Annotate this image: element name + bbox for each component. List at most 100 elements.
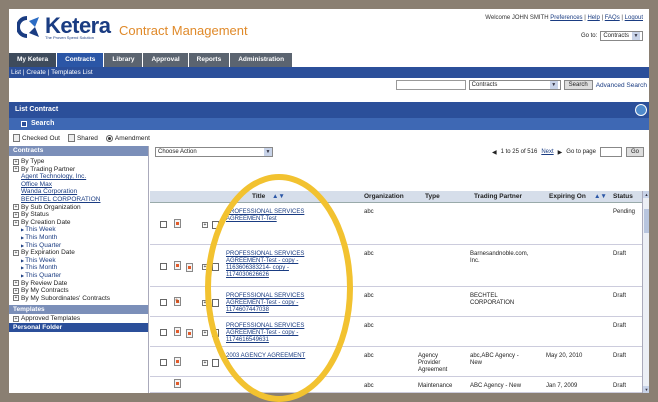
scroll-down-icon[interactable]: ▼ — [643, 386, 649, 393]
contract-title-line[interactable]: PROFESSIONAL SERVICES — [226, 251, 304, 258]
col-expiring-on[interactable]: Expiring On — [549, 193, 586, 200]
table-row[interactable]: + PROFESSIONAL SERVICES AGREEMENT-Test - c… — [150, 247, 642, 287]
sort-icon[interactable]: ▲▼ — [594, 193, 607, 200]
go-button[interactable]: Go — [625, 147, 644, 157]
contract-title-line[interactable]: AGREEMENT-Test - copy - — [226, 330, 304, 337]
expand-icon[interactable]: + — [202, 330, 208, 336]
row-checkbox[interactable] — [160, 263, 167, 270]
file-icon[interactable] — [212, 263, 219, 271]
sidebar-date-link[interactable]: This Quarter — [13, 272, 148, 280]
contract-title-line[interactable]: PROFESSIONAL SERVICES — [226, 293, 304, 300]
tab-approval[interactable]: Approval — [143, 53, 188, 67]
search-button[interactable]: Search — [563, 80, 593, 90]
expand-icon[interactable]: + — [13, 249, 19, 256]
file-icon[interactable] — [212, 299, 219, 307]
file-icon[interactable] — [212, 221, 219, 229]
search-input[interactable] — [395, 80, 466, 90]
expand-icon[interactable]: + — [13, 204, 19, 211]
col-trading-partner[interactable]: Trading Partner — [474, 193, 522, 200]
document-icon[interactable] — [174, 219, 181, 228]
contract-title-line[interactable]: AGREEMENT-Test - copy - — [226, 258, 304, 265]
sidebar-tree-node[interactable]: + By Sub Organization — [13, 204, 148, 212]
contract-title-line[interactable]: AGREEMENT-Test — [226, 216, 304, 223]
tab-my-ketera[interactable]: My Ketera — [9, 53, 57, 67]
sidebar-tree-node[interactable]: + By Type — [13, 158, 148, 166]
sidebar-tree-node[interactable]: + By Creation Date — [13, 219, 148, 227]
contract-title[interactable]: PROFESSIONAL SERVICES AGREEMENT-Test - co… — [226, 251, 304, 279]
sidebar-head-personal-folder[interactable]: Personal Folder — [9, 322, 148, 332]
contract-title[interactable]: PROFESSIONAL SERVICES AGREEMENT-Test - co… — [226, 293, 304, 314]
contract-title-line[interactable]: 1174607447038 — [226, 307, 304, 314]
advanced-search-link[interactable]: Advanced Search — [596, 82, 647, 89]
choose-action-select[interactable]: Choose Action ▼ — [155, 147, 273, 157]
col-title[interactable]: Title — [252, 193, 265, 200]
document-icon[interactable] — [174, 327, 181, 336]
contract-title-line[interactable]: 1163606383214- copy - — [226, 265, 304, 272]
expand-icon[interactable]: + — [13, 158, 19, 165]
sidebar-partner-link[interactable]: BECHTEL CORPORATION — [13, 196, 148, 204]
next-page-link[interactable]: Next — [541, 149, 553, 155]
row-checkbox[interactable] — [160, 299, 167, 306]
sort-icon[interactable]: ▲▼ — [272, 193, 285, 200]
contract-title[interactable]: PROFESSIONAL SERVICES AGREEMENT-Test - co… — [226, 323, 304, 344]
filter-shared[interactable]: Shared — [67, 134, 98, 142]
sidebar-tree-node[interactable]: + By Review Date — [13, 280, 148, 288]
preferences-link[interactable]: Preferences — [550, 15, 582, 21]
expand-icon[interactable]: + — [13, 287, 19, 294]
file-icon[interactable] — [212, 329, 219, 337]
sidebar-tree-node[interactable]: + By Status — [13, 211, 148, 219]
expand-icon[interactable]: + — [202, 222, 208, 228]
expand-icon[interactable]: + — [202, 360, 208, 366]
sidebar-date-link[interactable]: This Month — [13, 264, 148, 272]
file-icon[interactable] — [212, 359, 219, 367]
sub-navigation[interactable]: List | Create | Templates List — [9, 67, 649, 78]
table-scrollbar[interactable]: ▲ ▼ — [642, 191, 649, 393]
table-row[interactable]: + PROFESSIONAL SERVICES AGREEMENT-Test - c… — [150, 319, 642, 347]
filter-amendment[interactable]: Amendment — [105, 134, 150, 142]
document-icon[interactable] — [174, 379, 181, 388]
ketera-logo[interactable]: Ketera The Proven Spend Solution — [16, 15, 111, 40]
document-icon[interactable] — [174, 357, 181, 366]
expand-icon[interactable]: + — [202, 300, 208, 306]
document-icon[interactable] — [174, 261, 181, 270]
table-row[interactable]: abc Maintenance ABC Agency - New Jan 7, 200… — [150, 379, 642, 393]
amendment-radio[interactable] — [105, 134, 113, 142]
sidebar-date-link[interactable]: This Week — [13, 257, 148, 265]
col-status[interactable]: Status — [613, 193, 633, 200]
table-row[interactable]: +2003 AGENCY AGREEMENT abc Agency Provider A… — [150, 349, 642, 377]
edit-icon[interactable]: ✎ — [175, 299, 180, 306]
sidebar-partner-link[interactable]: Office Max — [13, 181, 148, 189]
row-checkbox[interactable] — [160, 329, 167, 336]
tab-contracts[interactable]: Contracts — [57, 53, 104, 67]
contract-title-line[interactable]: PROFESSIONAL SERVICES — [226, 209, 304, 216]
col-type[interactable]: Type — [425, 193, 440, 200]
page-number-input[interactable] — [599, 147, 622, 157]
sidebar-date-link[interactable]: This Week — [13, 226, 148, 234]
sidebar-tree-node[interactable]: + By Trading Partner — [13, 166, 148, 174]
row-checkbox[interactable] — [160, 221, 167, 228]
sidebar-date-link[interactable]: This Month — [13, 234, 148, 242]
contract-title[interactable]: PROFESSIONAL SERVICES AGREEMENT-Test — [226, 209, 304, 223]
sidebar-tree-node[interactable]: + By Expiration Date — [13, 249, 148, 257]
expand-icon[interactable]: + — [13, 211, 19, 218]
filter-checked-out[interactable]: Checked Out — [13, 134, 60, 142]
tab-reports[interactable]: Reports — [188, 53, 230, 67]
table-row[interactable]: + PROFESSIONAL SERVICES AGREEMENT-Test abc P… — [150, 205, 642, 245]
tab-library[interactable]: Library — [104, 53, 143, 67]
contract-title[interactable]: 2003 AGENCY AGREEMENT — [226, 353, 305, 360]
expand-icon[interactable]: + — [202, 264, 208, 270]
sidebar-partner-link[interactable]: Agent Technology, Inc. — [13, 173, 148, 181]
contract-title-line[interactable]: AGREEMENT-Test - copy - — [226, 300, 304, 307]
next-page-icon[interactable]: ▶ — [558, 149, 563, 156]
sidebar-tree-node[interactable]: + By My Contracts — [13, 287, 148, 295]
expand-icon[interactable]: + — [13, 219, 19, 226]
scroll-thumb[interactable] — [644, 209, 649, 233]
expand-icon[interactable]: + — [13, 280, 19, 287]
row-checkbox[interactable] — [160, 359, 167, 366]
logout-link[interactable]: Logout — [625, 15, 643, 21]
search-section-toggle[interactable]: Search — [9, 118, 649, 130]
contract-title-line[interactable]: PROFESSIONAL SERVICES — [226, 323, 304, 330]
faqs-link[interactable]: FAQs — [605, 15, 620, 21]
search-scope-select[interactable]: Contracts ▼ — [468, 80, 561, 90]
sidebar-partner-link[interactable]: Wanda Corporation — [13, 188, 148, 196]
